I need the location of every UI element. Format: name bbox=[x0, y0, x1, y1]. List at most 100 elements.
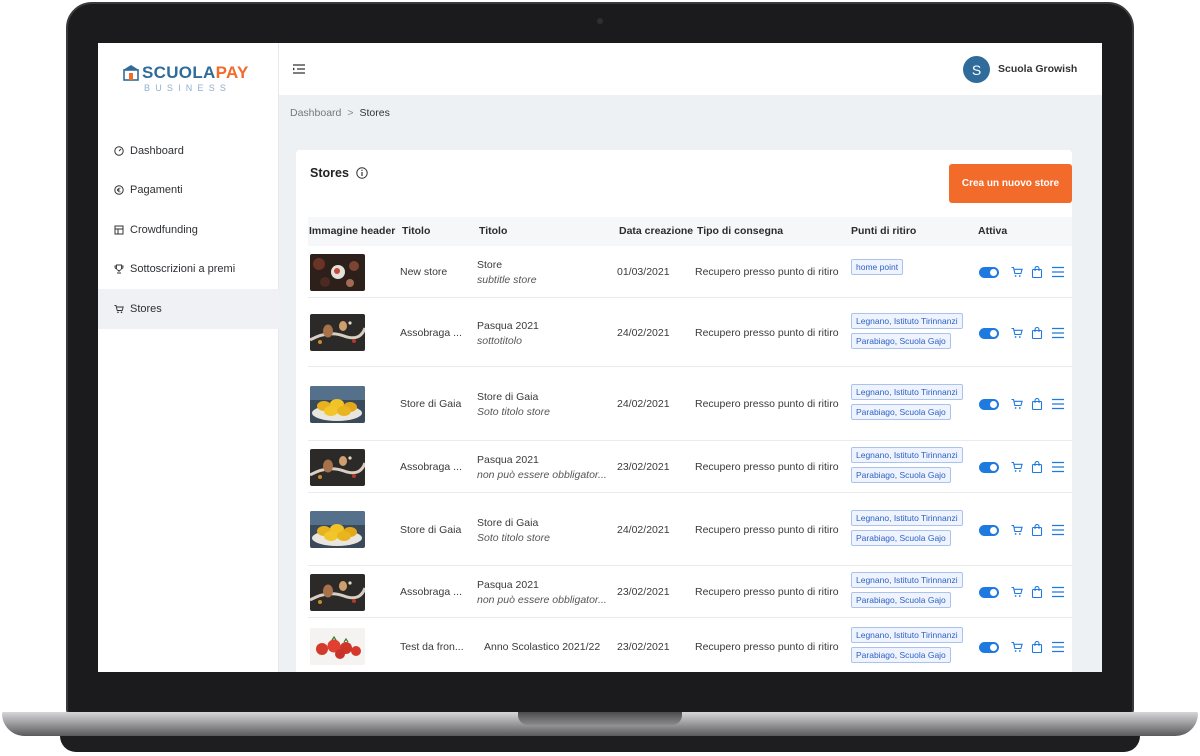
user-name[interactable]: Scuola Growish bbox=[998, 63, 1077, 75]
pickup-point-tag[interactable]: Parabiago, Scuola Gajo bbox=[851, 467, 951, 483]
store-name: Assobraga ... bbox=[400, 461, 462, 473]
menu-icon[interactable] bbox=[1052, 585, 1064, 598]
creation-date: 23/02/2021 bbox=[617, 461, 670, 473]
top-bar: S Scuola Growish bbox=[279, 43, 1102, 95]
store-subtitle: sottotitolo bbox=[477, 334, 522, 347]
cart-icon[interactable] bbox=[1011, 585, 1023, 597]
store-title: Anno Scolastico 2021/22 bbox=[484, 640, 601, 653]
pickup-points: Legnano, Istituto Tirinnanzi Parabiago, S… bbox=[851, 626, 963, 663]
table-row[interactable]: Store di Gaia Store di Gaia Soto titolo st… bbox=[308, 493, 1072, 566]
sidebar-item-crowdfunding[interactable]: Crowdfunding bbox=[98, 210, 279, 250]
active-toggle[interactable] bbox=[979, 399, 999, 410]
cart-icon[interactable] bbox=[1011, 640, 1023, 652]
create-store-button[interactable]: Crea un nuovo store bbox=[949, 164, 1072, 203]
column-header: Punti di ritiro bbox=[851, 225, 917, 237]
store-header-image bbox=[310, 385, 365, 423]
grid-icon bbox=[114, 225, 124, 235]
stores-card: Stores Crea un nuovo store Immagine head… bbox=[296, 150, 1072, 672]
sidebar-item-pagamenti[interactable]: Pagamenti bbox=[98, 171, 279, 211]
cart-icon[interactable] bbox=[1011, 265, 1023, 277]
shopping-bag-icon[interactable] bbox=[1031, 326, 1043, 339]
breadcrumb-root[interactable]: Dashboard bbox=[290, 107, 341, 119]
store-subtitle: non può essere obbligator... bbox=[477, 469, 607, 481]
pickup-point-tag[interactable]: Legnano, Istituto Tirinnanzi bbox=[851, 312, 963, 329]
laptop-base-shadow bbox=[60, 736, 1140, 752]
avatar[interactable]: S bbox=[963, 56, 990, 83]
cart-icon[interactable] bbox=[1011, 326, 1023, 338]
shopping-bag-icon[interactable] bbox=[1031, 265, 1043, 279]
column-header: Data creazione bbox=[619, 225, 694, 237]
table-row[interactable]: Store di Gaia Store di Gaia Soto titolo st… bbox=[308, 367, 1072, 441]
menu-icon[interactable] bbox=[1052, 640, 1064, 652]
cart-icon[interactable] bbox=[1011, 523, 1023, 535]
active-toggle[interactable] bbox=[979, 641, 999, 653]
creation-date: 24/02/2021 bbox=[617, 398, 670, 410]
sidebar-item-sottoscrizioni-a-premi[interactable]: Sottoscrizioni a premi bbox=[98, 250, 279, 290]
pickup-point-tag[interactable]: Legnano, Istituto Tirinnanzi bbox=[851, 384, 963, 400]
active-toggle[interactable] bbox=[979, 267, 999, 278]
column-header: Titolo bbox=[402, 225, 431, 237]
brand-name: SCUOLAPAY bbox=[142, 63, 249, 82]
school-icon bbox=[123, 65, 139, 81]
shopping-bag-icon[interactable] bbox=[1031, 585, 1043, 599]
delivery-type: Recupero presso punto di ritiro bbox=[695, 326, 839, 339]
menu-icon[interactable] bbox=[1052, 460, 1064, 473]
table-row[interactable]: Assobraga ... Pasqua 2021 non può essere o… bbox=[308, 441, 1072, 493]
active-toggle[interactable] bbox=[979, 462, 999, 473]
delivery-type: Recupero presso punto di ritiro bbox=[695, 398, 839, 410]
active-toggle[interactable] bbox=[979, 524, 999, 536]
sidebar-item-stores[interactable]: Stores bbox=[98, 289, 279, 329]
menu-collapse-icon[interactable] bbox=[293, 64, 305, 74]
brand-tagline: BUSINESS bbox=[144, 83, 232, 93]
menu-icon[interactable] bbox=[1052, 523, 1064, 535]
brand-logo[interactable]: SCUOLAPAY BUSINESS bbox=[122, 63, 262, 97]
store-title-cell: Store di Gaia Soto titolo store bbox=[477, 517, 550, 544]
pickup-point-tag[interactable]: Legnano, Istituto Tirinnanzi bbox=[851, 572, 963, 588]
creation-date: 24/02/2021 bbox=[617, 326, 670, 339]
cart-icon[interactable] bbox=[1011, 397, 1023, 409]
active-toggle[interactable] bbox=[979, 327, 999, 339]
creation-date: 01/03/2021 bbox=[617, 266, 670, 278]
table-row[interactable]: Assobraga ... Pasqua 2021 non può essere o… bbox=[308, 566, 1072, 618]
pickup-point-tag[interactable]: Parabiago, Scuola Gajo bbox=[851, 332, 951, 349]
pickup-point-tag[interactable]: Parabiago, Scuola Gajo bbox=[851, 404, 951, 420]
shopping-bag-icon[interactable] bbox=[1031, 523, 1043, 536]
store-subtitle: Soto titolo store bbox=[477, 406, 550, 418]
store-subtitle: subtitle store bbox=[477, 274, 537, 286]
shopping-bag-icon[interactable] bbox=[1031, 640, 1043, 653]
sidebar-item-label: Dashboard bbox=[130, 144, 184, 157]
pickup-point-tag[interactable]: Legnano, Istituto Tirinnanzi bbox=[851, 509, 963, 526]
info-icon[interactable] bbox=[356, 167, 368, 179]
table-row[interactable]: Test da fron... Anno Scolastico 2021/22 23… bbox=[308, 618, 1072, 672]
camera bbox=[597, 18, 603, 24]
store-name: Assobraga ... bbox=[400, 326, 462, 339]
pickup-point-tag[interactable]: home point bbox=[851, 259, 904, 275]
pickup-point-tag[interactable]: Legnano, Istituto Tirinnanzi bbox=[851, 626, 963, 643]
store-title-cell: Pasqua 2021 non può essere obbligator... bbox=[477, 579, 607, 606]
column-header: Attiva bbox=[978, 225, 1008, 237]
shopping-bag-icon[interactable] bbox=[1031, 460, 1043, 474]
active-toggle[interactable] bbox=[979, 587, 999, 598]
delivery-type: Recupero presso punto di ritiro bbox=[695, 640, 839, 653]
sidebar-item-dashboard[interactable]: Dashboard bbox=[98, 131, 279, 171]
menu-icon[interactable] bbox=[1052, 397, 1064, 410]
sidebar-item-label: Sottoscrizioni a premi bbox=[130, 263, 236, 276]
store-header-image bbox=[310, 314, 365, 351]
pickup-point-tag[interactable]: Parabiago, Scuola Gajo bbox=[851, 646, 951, 663]
store-header-image bbox=[310, 628, 365, 665]
pickup-point-tag[interactable]: Parabiago, Scuola Gajo bbox=[851, 529, 951, 546]
store-title-cell: Store subtitle store bbox=[477, 259, 537, 286]
table-row[interactable]: New store Store subtitle store 01/03/2021 Re… bbox=[308, 246, 1072, 298]
menu-icon[interactable] bbox=[1052, 326, 1064, 338]
store-title: Pasqua 2021 bbox=[477, 319, 539, 332]
pickup-point-tag[interactable]: Parabiago, Scuola Gajo bbox=[851, 592, 951, 608]
cart-icon[interactable] bbox=[1011, 460, 1023, 472]
store-title: Pasqua 2021 bbox=[477, 454, 539, 466]
store-title: Store di Gaia bbox=[477, 391, 539, 403]
breadcrumb-separator: > bbox=[347, 107, 354, 119]
pickup-point-tag[interactable]: Legnano, Istituto Tirinnanzi bbox=[851, 447, 963, 463]
shopping-bag-icon[interactable] bbox=[1031, 397, 1043, 411]
store-name: Store di Gaia bbox=[400, 523, 462, 536]
table-row[interactable]: Assobraga ... Pasqua 2021 sottotitolo 24/02… bbox=[308, 298, 1072, 367]
menu-icon[interactable] bbox=[1052, 265, 1064, 278]
